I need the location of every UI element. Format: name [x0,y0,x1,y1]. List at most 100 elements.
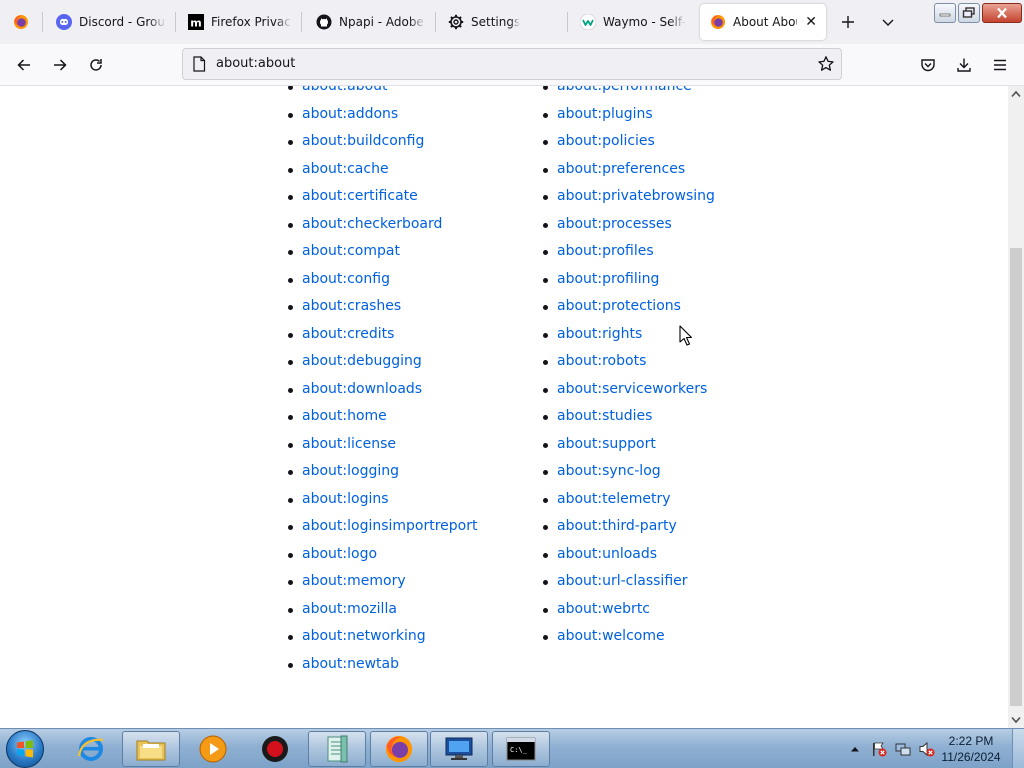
tab-firefox-privacy[interactable]: m Firefox Privacy N [178,0,300,44]
forward-button[interactable] [48,53,72,77]
about-page-link[interactable]: about:telemetry [557,491,671,507]
about-page-link[interactable]: about:networking [302,628,426,644]
about-page-link[interactable]: about:performance [557,86,692,94]
tab-discord[interactable]: Discord - Group [46,0,174,44]
about-page-link[interactable]: about:plugins [557,106,653,122]
tab-about-about[interactable]: About About ✕ [700,4,826,40]
about-page-link[interactable]: about:welcome [557,628,665,644]
restore-icon [962,7,975,18]
about-page-link[interactable]: about:protections [557,298,681,314]
about-page-link[interactable]: about:studies [557,408,652,424]
volume-muted-icon[interactable] [918,740,936,758]
system-clock[interactable]: 2:22 PM 11/26/2024 [938,733,1004,765]
list-item: about:url-classifier [543,568,715,596]
taskbar-file-explorer[interactable] [122,731,180,767]
about-page-link[interactable]: about:addons [302,106,398,122]
about-page-link[interactable]: about:robots [557,353,646,369]
about-page-link[interactable]: about:profiles [557,243,654,259]
taskbar-remote-desktop[interactable] [430,731,488,767]
show-hidden-icons-icon[interactable] [846,740,864,758]
about-page-link[interactable]: about:credits [302,326,394,342]
windows-logo-icon [17,740,33,758]
list-item: about:performance [543,86,715,101]
show-desktop-button[interactable] [1012,729,1024,768]
restore-button[interactable] [958,3,980,23]
about-page-link[interactable]: about:processes [557,216,672,232]
new-tab-button[interactable] [836,10,860,34]
minimize-button[interactable] [934,3,956,23]
action-center-flag-icon[interactable] [870,740,888,758]
about-page-link[interactable]: about:logging [302,463,399,479]
internet-explorer-icon [77,737,104,761]
scroll-up-arrow-icon[interactable] [1008,86,1024,102]
list-item: about:cache [288,156,478,184]
waymo-icon [580,14,596,30]
about-page-link[interactable]: about:url-classifier [557,573,688,589]
about-page-link[interactable]: about:privatebrowsing [557,188,715,204]
downloads-button[interactable] [952,53,976,77]
about-page-link[interactable]: about:profiling [557,271,659,287]
about-page-link[interactable]: about:logins [302,491,389,507]
list-item: about:robots [543,348,715,376]
list-item: about:unloads [543,541,715,569]
url-input[interactable]: about:about [216,56,295,71]
about-page-link[interactable]: about:policies [557,133,655,149]
about-page-link[interactable]: about:loginsimportreport [302,518,478,534]
about-page-link[interactable]: about:downloads [302,381,422,397]
tab-title: Waymo - Self-Dr [603,15,686,29]
about-page-link[interactable]: about:memory [302,573,406,589]
about-page-link[interactable]: about:support [557,436,656,452]
about-page-link[interactable]: about:logo [302,546,377,562]
about-page-link[interactable]: about:certificate [302,188,418,204]
about-page-link[interactable]: about:preferences [557,161,685,177]
network-icon[interactable] [894,740,912,758]
scroll-down-arrow-icon[interactable] [1008,712,1024,728]
close-icon[interactable]: ✕ [804,14,818,30]
bookmark-star-icon[interactable] [817,55,835,73]
tab-npapi[interactable]: Npapi - Adobe F [306,0,434,44]
taskbar-internet-explorer[interactable] [62,731,120,767]
reload-button[interactable] [84,53,108,77]
about-page-link[interactable]: about:third-party [557,518,677,534]
about-page-link[interactable]: about:compat [302,243,400,259]
about-page-link[interactable]: about:unloads [557,546,657,562]
list-all-tabs-button[interactable] [876,10,900,34]
list-item: about:sync-log [543,458,715,486]
taskbar-command-prompt[interactable]: C:\_ [492,731,550,767]
tab-firefox-pinned[interactable] [0,0,42,44]
about-page-link[interactable]: about:checkerboard [302,216,442,232]
about-page-link[interactable]: about:rights [557,326,642,342]
address-bar[interactable]: about:about [182,48,842,80]
back-button[interactable] [12,53,36,77]
forward-arrow-icon [54,59,67,71]
about-page-link[interactable]: about:home [302,408,387,424]
about-page-link[interactable]: about:license [302,436,396,452]
window-close-button[interactable] [982,3,1022,23]
tab-settings[interactable]: Settings [438,0,566,44]
about-page-link[interactable]: about:debugging [302,353,422,369]
about-page-link[interactable]: about:mozilla [302,601,397,617]
scrollbar-thumb[interactable] [1010,248,1022,706]
about-pages-list-right: about:performance about:plugins about:poli… [543,86,715,651]
taskbar-notepad[interactable] [308,731,366,767]
vertical-scrollbar[interactable] [1008,86,1024,728]
about-page-link[interactable]: about:cache [302,161,389,177]
taskbar-firefox[interactable] [370,731,428,767]
about-page-link[interactable]: about:webrtc [557,601,650,617]
about-page-link[interactable]: about:newtab [302,656,399,672]
about-page-link[interactable]: about:serviceworkers [557,381,707,397]
app-menu-button[interactable] [988,53,1012,77]
plus-icon [842,16,854,28]
start-button[interactable] [6,730,44,768]
taskbar-recorder[interactable] [246,731,304,767]
pocket-button[interactable] [916,53,940,77]
about-page-link[interactable]: about:buildconfig [302,133,424,149]
tab-waymo[interactable]: Waymo - Self-Dr [570,0,694,44]
about-page-link[interactable]: about:crashes [302,298,401,314]
about-page-link[interactable]: about:about [302,86,388,94]
taskbar-media-player[interactable] [184,731,242,767]
list-item: about:downloads [288,376,478,404]
about-page-link[interactable]: about:sync-log [557,463,661,479]
notepad-icon [327,735,348,763]
about-page-link[interactable]: about:config [302,271,390,287]
